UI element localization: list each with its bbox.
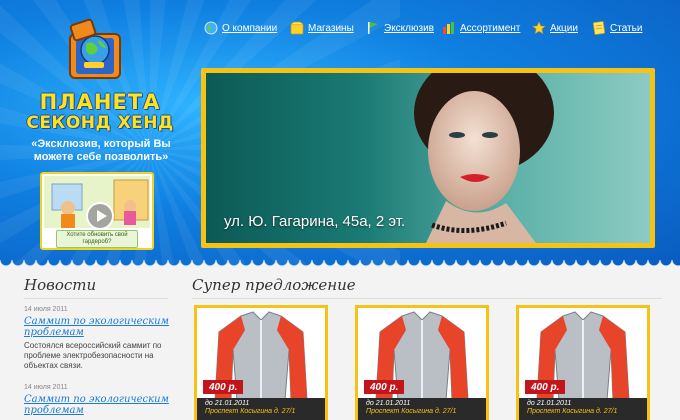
news-divider — [24, 298, 168, 299]
news-heading: Новости — [24, 276, 97, 294]
nav-link-articles[interactable]: Статьи — [610, 23, 642, 34]
price-badge: 400 р. — [525, 380, 566, 394]
news-date: 14 июля 2011 — [24, 306, 68, 313]
bars-icon — [443, 22, 454, 34]
offer-address: Проспект Косыгина д. 27/1 — [205, 408, 296, 415]
hero-banner[interactable]: ул. Ю. Гагарина, 45а, 2 эт. — [201, 68, 655, 248]
offer-info: до 21.01.2011 Проспект Косыгина д. 27/1 — [358, 398, 486, 420]
news-headline-link[interactable]: Саммит по экологическим проблемам — [24, 394, 174, 416]
nav-link-promotions[interactable]: Акции — [550, 23, 578, 34]
nav-item-exclusive[interactable]: Эксклюзив — [366, 18, 434, 38]
nav-item-promotions[interactable]: Акции — [532, 18, 578, 38]
shop-icon — [290, 21, 304, 35]
nav-link-shops[interactable]: Магазины — [308, 23, 354, 34]
site-header: ПЛАНЕТА СЕКОНД ХЕНД «Эксклюзив, который … — [0, 0, 680, 266]
offer-card[interactable]: 400 р. до 21.01.2011 Проспект Косыгина д… — [516, 305, 650, 420]
notes-icon — [592, 21, 606, 35]
play-icon[interactable] — [86, 202, 114, 230]
offer-card[interactable]: 400 р. до 21.01.2011 Проспект Косыгина д… — [194, 305, 328, 420]
price-badge: 400 р. — [203, 380, 244, 394]
offer-date: до 21.01.2011 — [366, 400, 411, 407]
offer-date: до 21.01.2011 — [527, 400, 572, 407]
news-text: Состоялся всероссийский саммит по пробле… — [24, 341, 162, 370]
offers-heading: Супер предложение — [192, 276, 356, 294]
banner-address: ул. Ю. Гагарина, 45а, 2 эт. — [224, 213, 406, 230]
news-date: 14 июля 2011 — [24, 384, 68, 391]
offer-address: Проспект Косыгина д. 27/1 — [527, 408, 618, 415]
nav-link-assortment[interactable]: Ассортимент — [460, 23, 520, 34]
nav-item-shops[interactable]: Магазины — [290, 18, 354, 38]
offer-address: Проспект Косыгина д. 27/1 — [366, 408, 457, 415]
nav-item-assortment[interactable]: Ассортимент — [442, 18, 520, 38]
brand-name-line2: СЕКОНД ХЕНД — [26, 113, 174, 133]
offer-info: до 21.01.2011 Проспект Косыгина д. 27/1 — [519, 398, 647, 420]
star-icon — [532, 21, 546, 35]
logo-suitcase-icon[interactable] — [66, 16, 128, 82]
price-badge: 400 р. — [364, 380, 405, 394]
globe-icon — [204, 21, 218, 35]
offer-date: до 21.01.2011 — [205, 400, 250, 407]
brand-name-line1: ПЛАНЕТА — [39, 90, 161, 114]
news-item: 14 июля 2011 Саммит по экологическим про… — [24, 384, 174, 416]
flag-icon — [368, 22, 378, 34]
offer-info: до 21.01.2011 Проспект Косыгина д. 27/1 — [197, 398, 325, 420]
news-item: 14 июля 2011 Саммит по экологическим про… — [24, 306, 174, 371]
slogan: «Эксклюзив, который Вы можете себе позво… — [31, 138, 171, 163]
nav-link-about[interactable]: О компании — [222, 23, 277, 34]
nav-item-about[interactable]: О компании — [204, 18, 277, 38]
promo-caption: Хотите обновить свой гардероб? — [56, 230, 138, 248]
news-headline-link[interactable]: Саммит по экологическим проблемам — [24, 316, 174, 338]
offer-card[interactable]: 400 р. до 21.01.2011 Проспект Косыгина д… — [355, 305, 489, 420]
promo-video[interactable]: Хотите обновить свой гардероб? — [40, 172, 154, 250]
offers-divider — [192, 298, 662, 299]
nav-item-articles[interactable]: Статьи — [592, 18, 642, 38]
nav-link-exclusive[interactable]: Эксклюзив — [384, 23, 434, 34]
